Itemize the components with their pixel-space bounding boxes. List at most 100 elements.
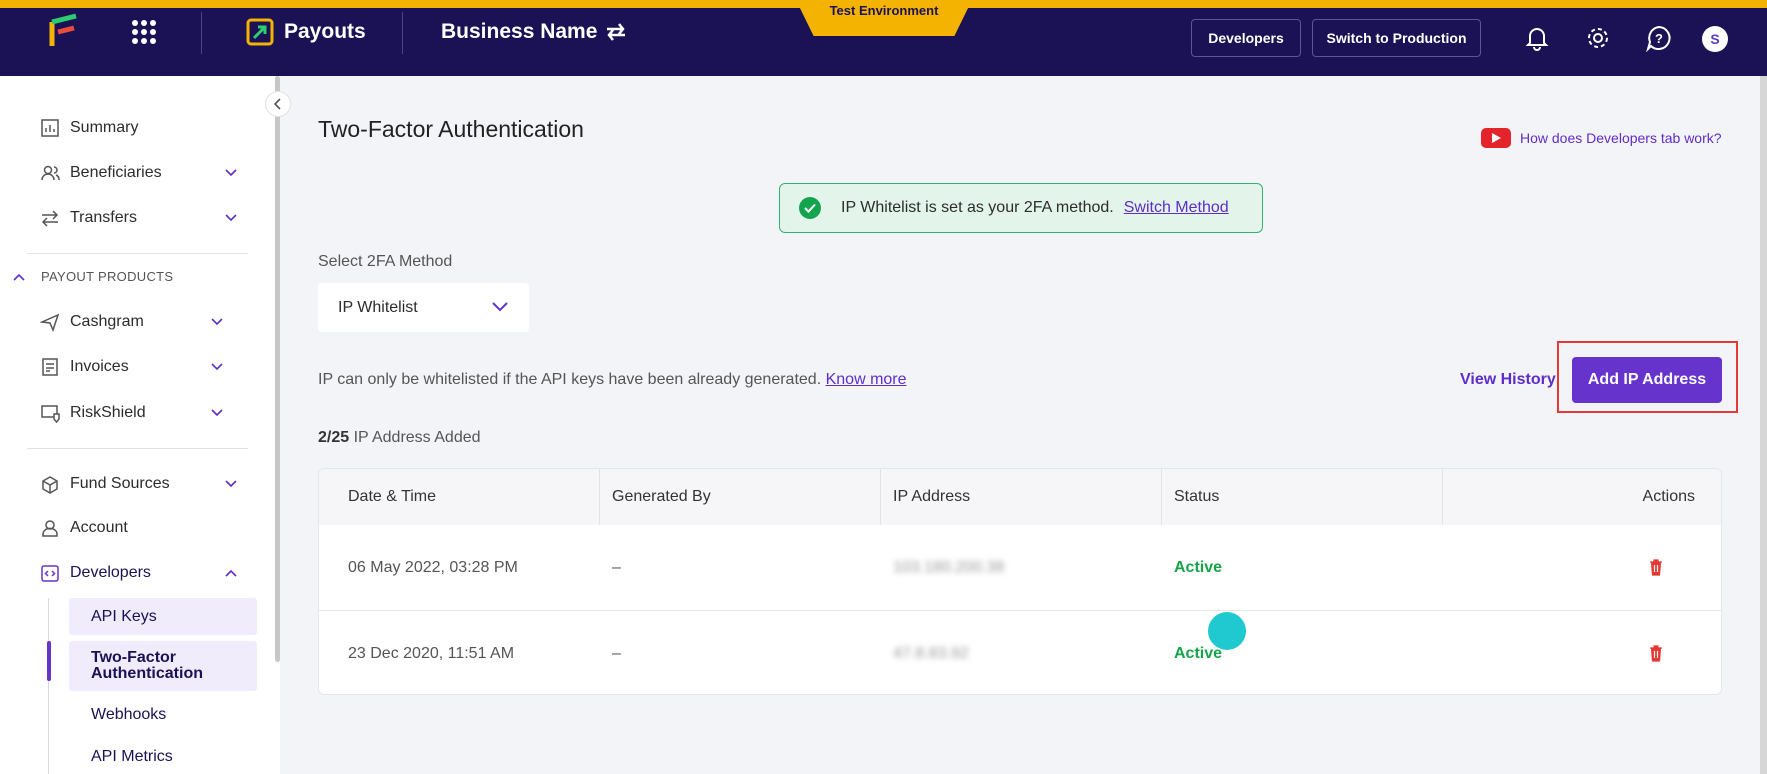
alert-text: IP Whitelist is set as your 2FA method.: [841, 199, 1114, 216]
ip-count-label: IP Address Added: [353, 429, 481, 446]
sidebar-item-label: Account: [70, 519, 128, 536]
sidebar-item-transfers[interactable]: Transfers: [40, 205, 137, 231]
bell-icon[interactable]: [1523, 24, 1551, 52]
status-alert: IP Whitelist is set as your 2FA method. …: [779, 183, 1263, 233]
howto-link[interactable]: How does Developers tab work?: [1481, 128, 1722, 148]
cashfree-logo[interactable]: [46, 12, 82, 52]
send-icon: [40, 313, 60, 332]
know-more-link[interactable]: Know more: [826, 371, 907, 388]
switch-to-production-button[interactable]: Switch to Production: [1312, 19, 1481, 57]
window-scrollbar[interactable]: [1760, 76, 1767, 774]
avatar[interactable]: S: [1702, 26, 1728, 52]
chevron-down-icon[interactable]: [210, 360, 224, 374]
ip-count-value: 2/25: [318, 429, 350, 446]
sidebar-item-invoices[interactable]: Invoices: [40, 354, 129, 380]
column-divider: [599, 469, 600, 525]
users-icon: [41, 165, 60, 181]
chevron-up-icon[interactable]: [12, 270, 26, 284]
user-icon: [42, 520, 58, 537]
gear-icon[interactable]: [1584, 24, 1612, 52]
code-icon: [41, 565, 59, 582]
sidebar-item-cashgram[interactable]: Cashgram: [40, 309, 144, 335]
sidebar-item-riskshield[interactable]: RiskShield: [40, 400, 146, 426]
sidebar-item-account[interactable]: Account: [40, 515, 128, 541]
sidebar-item-label: Cashgram: [70, 313, 144, 330]
sidebar-subitem-label: Two-Factor Authentication: [91, 649, 203, 682]
summary-icon: [41, 119, 59, 137]
youtube-icon: [1481, 128, 1511, 148]
product-name[interactable]: Payouts: [284, 20, 366, 44]
sidebar-subitem-two-factor-authentication[interactable]: Two-Factor Authentication: [69, 641, 257, 691]
select-value: IP Whitelist: [338, 298, 418, 316]
check-circle-icon: [799, 197, 821, 219]
select-2fa-label: Select 2FA Method: [318, 253, 453, 270]
table-row: 23 Dec 2020, 11:51 AM – 47.8.83.92 Activ…: [319, 610, 1721, 694]
sidebar-item-developers[interactable]: Developers: [40, 560, 151, 586]
sidebar-item-label: Beneficiaries: [70, 164, 162, 181]
column-header-date: Date & Time: [348, 488, 437, 505]
sidebar-subitem-api-metrics[interactable]: API Metrics: [69, 742, 257, 772]
sidebar-subitem-label: Webhooks: [91, 706, 167, 723]
chevron-left-icon: [273, 98, 281, 110]
chevron-down-icon[interactable]: [210, 406, 224, 420]
column-divider: [880, 469, 881, 525]
help-icon[interactable]: ?: [1645, 24, 1673, 52]
invoice-icon: [42, 358, 58, 376]
chevron-down-icon[interactable]: [224, 477, 238, 491]
sidebar-divider: [27, 448, 248, 449]
collapse-sidebar-button[interactable]: [265, 91, 291, 117]
table-row: 06 May 2022, 03:28 PM – 103.180.200.38 A…: [319, 525, 1721, 610]
column-header-actions: Actions: [1642, 488, 1695, 505]
column-divider: [1161, 469, 1162, 525]
view-history-link[interactable]: View History: [1460, 371, 1556, 389]
box-icon: [42, 476, 58, 494]
trash-icon[interactable]: [1649, 559, 1663, 576]
sidebar-scrollbar[interactable]: [275, 76, 280, 662]
sidebar-item-summary[interactable]: Summary: [40, 115, 138, 141]
cell-ip-address: 103.180.200.38: [893, 558, 1005, 576]
switch-business-icon[interactable]: [603, 19, 629, 45]
sidebar-item-fund-sources[interactable]: Fund Sources: [40, 471, 170, 497]
sidebar-item-label: Developers: [70, 564, 151, 581]
info-text: IP can only be whitelisted if the API ke…: [318, 371, 907, 389]
howto-link-label: How does Developers tab work?: [1520, 130, 1722, 146]
cell-date: 06 May 2022, 03:28 PM: [348, 558, 518, 576]
column-header-ip-address: IP Address: [893, 488, 971, 505]
sidebar-subitem-label: API Metrics: [91, 748, 173, 765]
ip-table: Date & Time Generated By IP Address Stat…: [318, 468, 1722, 695]
chevron-up-icon[interactable]: [224, 566, 238, 580]
info-message: IP can only be whitelisted if the API ke…: [318, 371, 822, 388]
column-header-generated-by: Generated By: [612, 488, 711, 505]
page-title: Two-Factor Authentication: [318, 116, 584, 142]
table-header: Date & Time Generated By IP Address Stat…: [319, 469, 1721, 525]
sidebar-item-label: Summary: [70, 119, 139, 136]
chevron-down-icon[interactable]: [224, 211, 238, 225]
2fa-method-select[interactable]: IP Whitelist: [318, 283, 529, 332]
sidebar-subitem-api-keys[interactable]: API Keys: [69, 598, 257, 635]
transfer-arrows-icon: [41, 210, 59, 227]
section-label-payout-products[interactable]: PAYOUT PRODUCTS: [41, 269, 173, 284]
apps-grid-icon[interactable]: [132, 20, 156, 44]
active-indicator: [47, 641, 51, 681]
sidebar-item-label: RiskShield: [70, 404, 146, 421]
header-divider: [402, 12, 403, 54]
chevron-down-icon[interactable]: [210, 315, 224, 329]
business-name: Business Name: [441, 20, 598, 43]
cell-generated-by: –: [612, 558, 621, 576]
sidebar-item-label: Transfers: [70, 209, 137, 226]
environment-badge: Test Environment: [796, 0, 972, 36]
column-divider: [1442, 469, 1443, 525]
subtree-line: [48, 598, 49, 774]
switch-method-link[interactable]: Switch Method: [1124, 199, 1229, 217]
sidebar-subitem-label: API Keys: [91, 607, 157, 625]
shield-monitor-icon: [41, 405, 60, 423]
developers-button[interactable]: Developers: [1191, 19, 1301, 57]
sidebar-subitem-webhooks[interactable]: Webhooks: [69, 700, 257, 730]
chevron-down-icon[interactable]: [224, 166, 238, 180]
trash-icon[interactable]: [1649, 645, 1663, 662]
cell-status: Active: [1174, 558, 1223, 576]
sidebar-item-beneficiaries[interactable]: Beneficiaries: [40, 160, 162, 186]
sidebar-divider: [27, 253, 248, 254]
cell-generated-by: –: [612, 644, 621, 662]
add-ip-address-button[interactable]: Add IP Address: [1572, 357, 1722, 403]
